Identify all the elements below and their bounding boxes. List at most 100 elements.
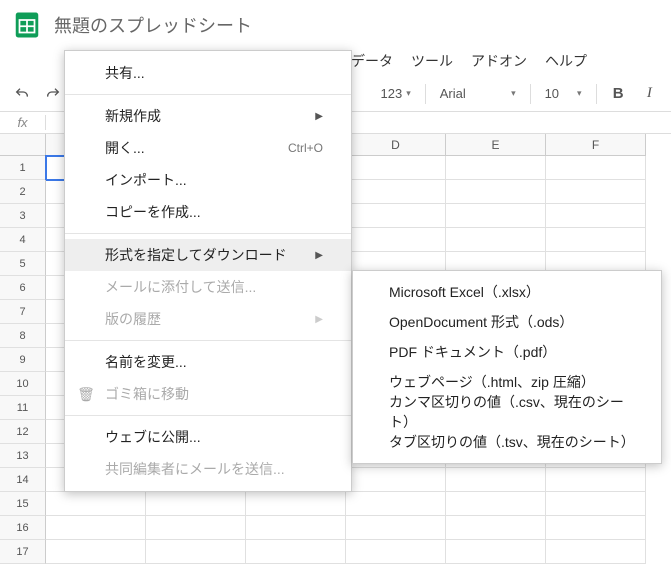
html-label: ウェブページ（.html、zip 圧縮） [389, 372, 595, 392]
menu-separator [65, 415, 351, 416]
menu-item-copy[interactable]: コピーを作成... [65, 196, 351, 228]
cell[interactable] [46, 540, 146, 564]
email-collab-label: 共同編集者にメールを送信... [105, 459, 285, 479]
menu-item-download[interactable]: 形式を指定してダウンロード▶ [65, 239, 351, 271]
trash-label: ゴミ箱に移動 [105, 384, 189, 404]
cell[interactable] [546, 492, 646, 516]
row-header[interactable]: 6 [0, 276, 46, 300]
submenu-item-xlsx[interactable]: Microsoft Excel（.xlsx） [353, 277, 661, 307]
chevron-down-icon: ▾ [511, 88, 516, 99]
redo-button[interactable] [39, 80, 66, 108]
cell[interactable] [346, 204, 446, 228]
cell[interactable] [346, 180, 446, 204]
toolbar-separator [530, 84, 531, 104]
cell[interactable] [246, 540, 346, 564]
font-select[interactable]: Arial▾ [434, 86, 522, 101]
cell[interactable] [446, 228, 546, 252]
row-header[interactable]: 5 [0, 252, 46, 276]
menu-item-share[interactable]: 共有... [65, 57, 351, 89]
cell[interactable] [46, 492, 146, 516]
col-header-e[interactable]: E [446, 134, 546, 156]
row-header[interactable]: 9 [0, 348, 46, 372]
bold-button[interactable]: B [605, 80, 632, 108]
cell[interactable] [346, 156, 446, 180]
cell[interactable] [146, 516, 246, 540]
document-header: 無題のスプレッドシート [0, 0, 671, 46]
col-header-f[interactable]: F [546, 134, 646, 156]
menu-tools[interactable]: ツール [402, 46, 462, 76]
cell[interactable] [346, 516, 446, 540]
cell[interactable] [346, 540, 446, 564]
row-header[interactable]: 3 [0, 204, 46, 228]
number-format-label: 123 [381, 86, 403, 101]
row-header[interactable]: 2 [0, 180, 46, 204]
cell[interactable] [546, 468, 646, 492]
cell[interactable] [446, 204, 546, 228]
menu-item-rename[interactable]: 名前を変更... [65, 346, 351, 378]
menu-item-open[interactable]: 開く... Ctrl+O [65, 132, 351, 164]
cell[interactable] [446, 492, 546, 516]
menu-addons[interactable]: アドオン [462, 46, 536, 76]
row-header[interactable]: 7 [0, 300, 46, 324]
undo-button[interactable] [8, 80, 35, 108]
cell[interactable] [446, 468, 546, 492]
tsv-label: タブ区切りの値（.tsv、現在のシート） [389, 432, 633, 452]
menu-item-new[interactable]: 新規作成▶ [65, 100, 351, 132]
cell[interactable] [546, 180, 646, 204]
cell[interactable] [546, 540, 646, 564]
submenu-item-csv[interactable]: カンマ区切りの値（.csv、現在のシート） [353, 397, 661, 427]
document-title[interactable]: 無題のスプレッドシート [54, 12, 252, 38]
sheets-logo[interactable] [8, 6, 46, 44]
csv-label: カンマ区切りの値（.csv、現在のシート） [389, 392, 633, 432]
cell[interactable] [46, 516, 146, 540]
row-header[interactable]: 10 [0, 372, 46, 396]
submenu-item-tsv[interactable]: タブ区切りの値（.tsv、現在のシート） [353, 427, 661, 457]
row-header[interactable]: 1 [0, 156, 46, 180]
menu-item-history: 版の履歴▶ [65, 303, 351, 335]
italic-button[interactable]: I [636, 80, 663, 108]
cell[interactable] [546, 516, 646, 540]
open-label: 開く... [105, 138, 145, 158]
chevron-down-icon: ▾ [406, 88, 411, 99]
menu-item-publish[interactable]: ウェブに公開... [65, 421, 351, 453]
cell[interactable] [446, 516, 546, 540]
row-header[interactable]: 14 [0, 468, 46, 492]
row-header[interactable]: 11 [0, 396, 46, 420]
submenu-item-ods[interactable]: OpenDocument 形式（.ods） [353, 307, 661, 337]
row-header[interactable]: 4 [0, 228, 46, 252]
cell[interactable] [346, 492, 446, 516]
cell[interactable] [546, 228, 646, 252]
download-label: 形式を指定してダウンロード [105, 245, 287, 265]
cell[interactable] [146, 492, 246, 516]
cell[interactable] [546, 156, 646, 180]
submenu-item-pdf[interactable]: PDF ドキュメント（.pdf） [353, 337, 661, 367]
menu-help[interactable]: ヘルプ [536, 46, 596, 76]
font-size-select[interactable]: 10▾ [539, 86, 588, 101]
open-shortcut: Ctrl+O [288, 141, 323, 155]
row-header[interactable]: 12 [0, 420, 46, 444]
trash-icon: 🗑 [77, 386, 95, 403]
cell[interactable] [546, 204, 646, 228]
cell[interactable] [246, 516, 346, 540]
row-header[interactable]: 16 [0, 516, 46, 540]
col-header-d[interactable]: D [346, 134, 446, 156]
cell[interactable] [446, 180, 546, 204]
font-size-label: 10 [545, 86, 559, 101]
email-attach-label: メールに添付して送信... [105, 277, 256, 297]
row-header[interactable]: 15 [0, 492, 46, 516]
cell[interactable] [146, 540, 246, 564]
cell[interactable] [246, 492, 346, 516]
row-header[interactable]: 13 [0, 444, 46, 468]
menu-item-import[interactable]: インポート... [65, 164, 351, 196]
submenu-arrow-icon: ▶ [315, 111, 323, 122]
number-format-select[interactable]: 123▾ [375, 86, 417, 101]
select-all-corner[interactable] [0, 134, 46, 156]
row-header[interactable]: 8 [0, 324, 46, 348]
cell[interactable] [446, 540, 546, 564]
menu-item-trash: 🗑 ゴミ箱に移動 [65, 378, 351, 410]
row-header[interactable]: 17 [0, 540, 46, 564]
cell[interactable] [346, 228, 446, 252]
cell[interactable] [446, 156, 546, 180]
rename-label: 名前を変更... [105, 352, 187, 372]
cell[interactable] [346, 468, 446, 492]
